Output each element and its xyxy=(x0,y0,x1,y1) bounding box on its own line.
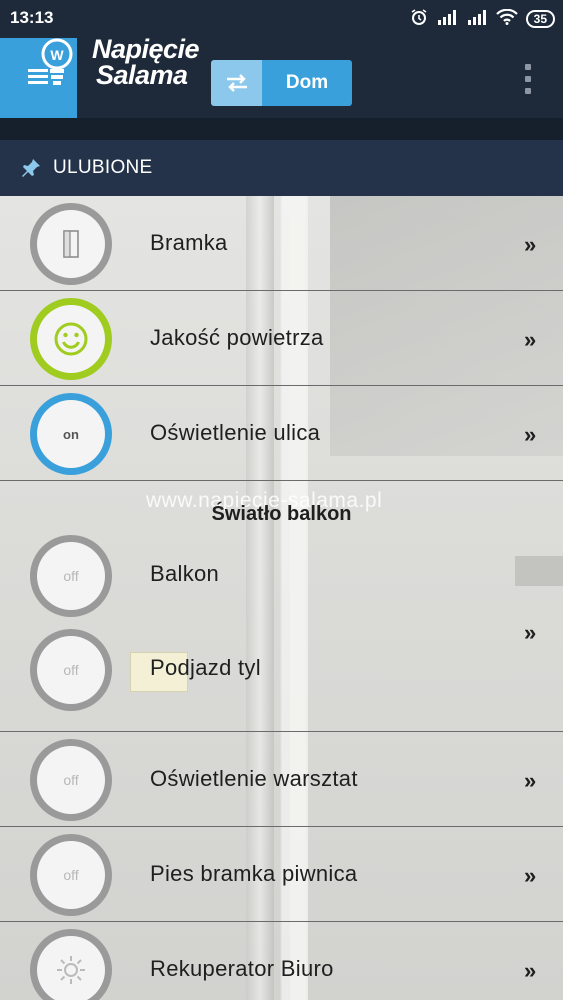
device-state: off xyxy=(63,867,79,883)
signal-icon-2 xyxy=(466,9,488,29)
device-group-balcony[interactable]: www.napiecie-salama.pl Światło balkon of… xyxy=(0,481,563,732)
group-item-balkon[interactable]: off Balkon xyxy=(0,535,563,630)
device-toggle[interactable] xyxy=(30,298,112,380)
device-toggle[interactable]: off xyxy=(30,629,112,711)
favorites-title: ULUBIONE xyxy=(53,157,153,178)
fan-icon xyxy=(57,956,85,984)
device-row-recuperator[interactable]: Rekuperator Biuro » xyxy=(0,922,563,1000)
chevron-right-icon[interactable]: » xyxy=(524,863,536,889)
chevron-right-icon[interactable]: » xyxy=(524,768,536,794)
device-row-dog-gate[interactable]: off Pies bramka piwnica » xyxy=(0,827,563,922)
home-switch-button[interactable]: Dom xyxy=(211,60,352,106)
group-item-podjazd[interactable]: off Podjazd tyl xyxy=(0,629,563,724)
wifi-icon xyxy=(495,8,518,29)
device-name: Podjazd tyl xyxy=(150,655,261,680)
smiley-icon xyxy=(54,322,88,356)
device-state: off xyxy=(63,772,79,788)
chevron-right-icon[interactable]: » xyxy=(524,620,536,646)
device-name: Oświetlenie ulica xyxy=(150,420,321,445)
device-toggle[interactable]: off xyxy=(30,834,112,916)
device-state: off xyxy=(63,568,79,584)
device-row-workshop-light[interactable]: off Oświetlenie warsztat » xyxy=(0,732,563,827)
battery-indicator: 35 xyxy=(525,10,555,28)
device-toggle[interactable] xyxy=(30,929,112,1000)
gate-icon xyxy=(63,230,79,258)
header-divider xyxy=(0,118,563,140)
swap-icon xyxy=(211,60,262,106)
device-state: off xyxy=(63,662,79,678)
device-state: on xyxy=(63,426,79,442)
home-label: Dom xyxy=(262,60,352,106)
svg-text:W: W xyxy=(50,47,64,63)
bulb-icon: W xyxy=(41,38,73,85)
device-name: Rekuperator Biuro xyxy=(150,956,334,981)
device-row-bramka[interactable]: Bramka » xyxy=(0,196,563,291)
device-row-air-quality[interactable]: Jakość powietrza » xyxy=(0,291,563,386)
device-toggle[interactable]: off xyxy=(30,739,112,821)
app-logo: W Napięcie Salama xyxy=(34,34,209,98)
device-row-street-light[interactable]: on Oświetlenie ulica » xyxy=(0,386,563,481)
alarm-icon xyxy=(410,8,428,30)
device-toggle[interactable]: off xyxy=(30,535,112,617)
status-bar: 13:13 35 xyxy=(0,0,563,38)
chevron-right-icon[interactable]: » xyxy=(524,232,536,258)
device-name: Oświetlenie warsztat xyxy=(150,766,358,791)
app-header: W Napięcie Salama Dom xyxy=(0,34,563,118)
status-icons: 35 xyxy=(410,8,555,30)
device-name: Jakość powietrza xyxy=(150,325,324,350)
device-name: Bramka xyxy=(150,230,228,255)
device-name: Pies bramka piwnica xyxy=(150,861,358,886)
pin-icon xyxy=(22,159,40,177)
status-time: 13:13 xyxy=(10,8,54,27)
signal-icon xyxy=(436,9,458,29)
device-name: Balkon xyxy=(150,561,220,586)
chevron-right-icon[interactable]: » xyxy=(524,327,536,353)
group-title: Światło balkon xyxy=(211,503,352,525)
logo-text-line2: Salama xyxy=(96,60,188,90)
device-list: Bramka » Jakość powietrza » on Oświetlen… xyxy=(0,196,563,1000)
favorites-bar: ULUBIONE xyxy=(0,140,563,196)
chevron-right-icon[interactable]: » xyxy=(524,958,536,984)
more-options-icon[interactable] xyxy=(520,64,536,94)
device-toggle[interactable]: on xyxy=(30,393,112,475)
device-toggle[interactable] xyxy=(30,203,112,285)
chevron-right-icon[interactable]: » xyxy=(524,422,536,448)
